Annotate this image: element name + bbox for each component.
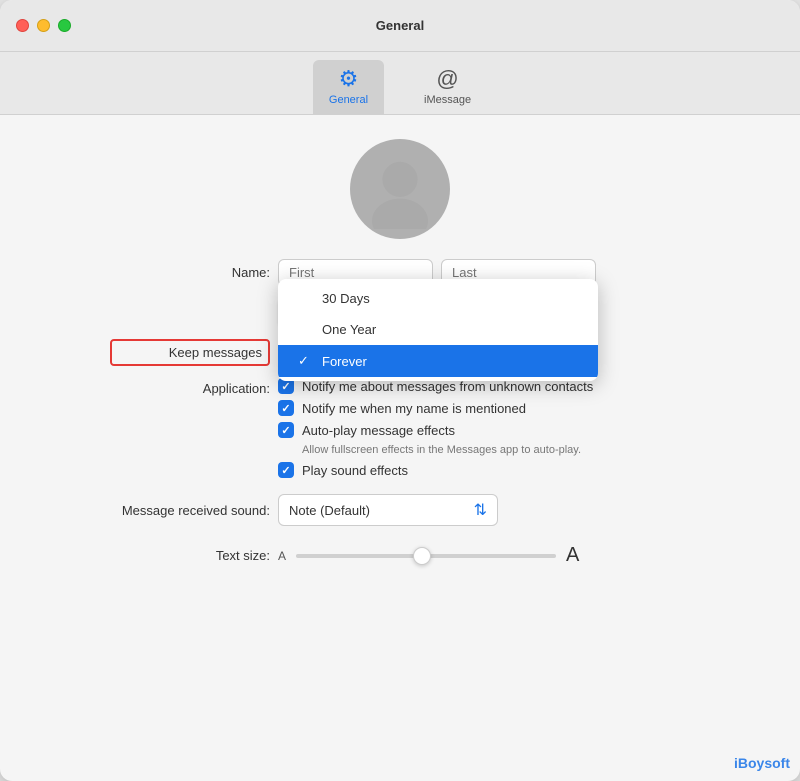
text-size-large-a: A — [566, 544, 579, 567]
tab-general-label: General — [329, 94, 368, 106]
text-size-slider-thumb[interactable] — [413, 547, 431, 565]
dropdown-label-forever: Forever — [322, 354, 367, 369]
checkbox-sound-effects[interactable] — [278, 462, 294, 478]
application-checkboxes: Notify me about messages from unknown co… — [278, 378, 593, 478]
toolbar: ⚙ General @ iMessage — [0, 52, 800, 115]
checkbox-sound-effects-row: Play sound effects — [278, 462, 593, 478]
checkbox-autoplay-label: Auto-play message effects — [302, 423, 455, 438]
text-size-small-a: A — [278, 549, 286, 563]
at-icon: @ — [436, 66, 458, 92]
checkbox-name-mentioned-label: Notify me when my name is mentioned — [302, 401, 526, 416]
checkbox-name-mentioned[interactable] — [278, 400, 294, 416]
sound-label: Message received sound: — [110, 503, 270, 518]
sound-select[interactable]: Note (Default) ⇅ — [278, 494, 498, 526]
tab-imessage-label: iMessage — [424, 94, 471, 106]
text-size-row: Text size: A A — [110, 544, 690, 567]
window-title: General — [376, 18, 424, 33]
main-content: Name: Set up Name and Photo Sharing... K… — [0, 115, 800, 781]
chevron-updown-icon: ⇅ — [474, 500, 487, 520]
dropdown-label-oneyear: One Year — [322, 322, 376, 337]
checkbox-autoplay-row: Auto-play message effects — [278, 422, 593, 438]
checkbox-sound-effects-label: Play sound effects — [302, 463, 408, 478]
close-button[interactable] — [16, 19, 29, 32]
maximize-button[interactable] — [58, 19, 71, 32]
minimize-button[interactable] — [37, 19, 50, 32]
titlebar: General — [0, 0, 800, 52]
dropdown-item-30days[interactable]: 30 Days — [278, 283, 598, 314]
gear-icon: ⚙ — [339, 66, 359, 92]
avatar[interactable] — [350, 139, 450, 239]
text-size-label: Text size: — [110, 548, 270, 563]
application-label: Application: — [110, 378, 270, 396]
preferences-window: General ⚙ General @ iMessage Name: — [0, 0, 800, 781]
keep-messages-label: Keep messages — [110, 339, 270, 366]
dropdown-label-30days: 30 Days — [322, 291, 370, 306]
text-size-controls: A A — [278, 544, 579, 567]
tab-general[interactable]: ⚙ General — [313, 60, 384, 114]
sound-row: Message received sound: Note (Default) ⇅ — [110, 494, 690, 526]
text-size-slider-track[interactable] — [296, 554, 556, 558]
avatar-icon — [360, 149, 440, 229]
checkbox-autoplay[interactable] — [278, 422, 294, 438]
name-label: Name: — [110, 265, 270, 280]
check-icon-forever: ✓ — [298, 353, 314, 369]
application-row: Application: Notify me about messages fr… — [110, 378, 690, 478]
keep-messages-row: Keep messages 30 Days One Year ✓ Forever — [110, 339, 690, 366]
avatar-container — [350, 139, 450, 239]
dropdown-item-forever[interactable]: ✓ Forever — [278, 345, 598, 377]
tab-imessage[interactable]: @ iMessage — [408, 60, 487, 114]
watermark: iBoysoft — [734, 755, 790, 771]
checkbox-name-mentioned-row: Notify me when my name is mentioned — [278, 400, 593, 416]
traffic-lights — [16, 19, 71, 32]
autoplay-hint: Allow fullscreen effects in the Messages… — [302, 444, 593, 456]
sound-value: Note (Default) — [289, 503, 370, 518]
keep-messages-dropdown[interactable]: 30 Days One Year ✓ Forever — [278, 279, 598, 381]
dropdown-item-oneyear[interactable]: One Year — [278, 314, 598, 345]
